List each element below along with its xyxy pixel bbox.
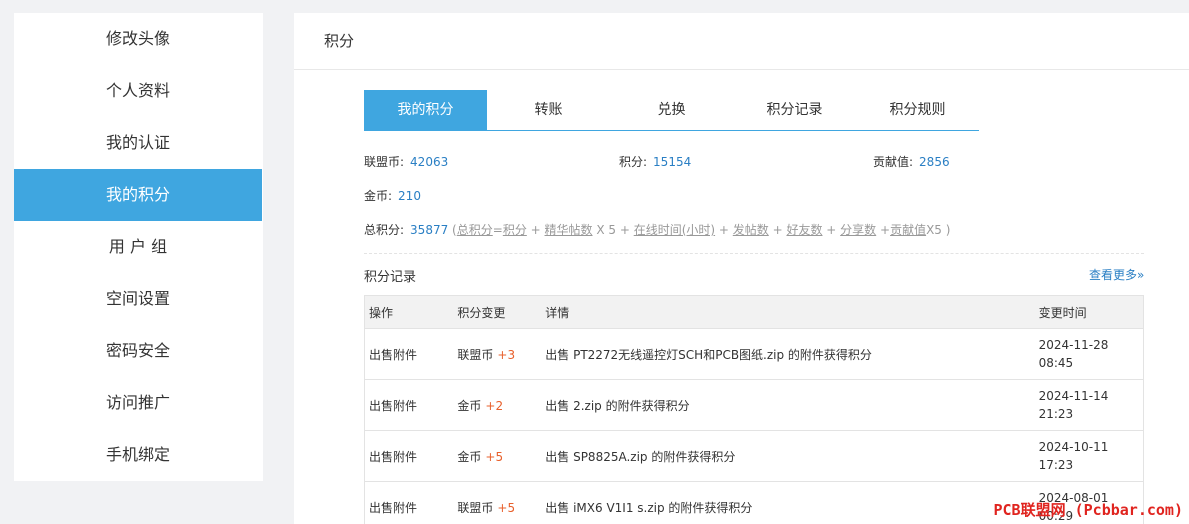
- formula-link-points[interactable]: 积分: [503, 223, 527, 237]
- divider: [364, 253, 1144, 254]
- sidebar-item-my-points[interactable]: 我的积分: [14, 169, 262, 221]
- cell-change: 联盟币 +5: [453, 481, 542, 524]
- formula-link-online-time[interactable]: 在线时间(小时): [634, 223, 715, 237]
- cell-clock: 21:23: [1038, 407, 1074, 421]
- formula-link-shares[interactable]: 分享数: [840, 223, 876, 237]
- stat-jifen-label: 积分:: [619, 155, 648, 169]
- table-row: 出售附件 金币 +5 出售 SP8825A.zip 的附件获得积分 2024-10…: [364, 430, 1144, 482]
- cell-currency: 金币: [457, 449, 482, 464]
- formula-text: +: [876, 223, 891, 237]
- tab-points-log[interactable]: 积分记录: [733, 90, 856, 130]
- cell-delta: +5: [485, 449, 504, 464]
- cell-detail: 出售 2.zip 的附件获得积分: [541, 379, 1035, 431]
- tab-transfer[interactable]: 转账: [487, 90, 610, 130]
- column-header-action: 操作: [364, 295, 454, 329]
- cell-delta: +5: [497, 500, 516, 515]
- sidebar: 修改头像 个人资料 我的认证 我的积分 用 户 组 空间设置 密码安全 访问推广…: [14, 13, 263, 481]
- cell-action: 出售附件: [364, 430, 454, 482]
- stat-jinbi-value: 210: [398, 189, 421, 203]
- cell-date: 2024-11-14: [1038, 389, 1109, 403]
- formula-link-digest-posts[interactable]: 精华帖数: [545, 223, 593, 237]
- stat-jinbi-label: 金币:: [364, 189, 393, 203]
- cell-action: 出售附件: [364, 328, 454, 380]
- sidebar-item-usergroup[interactable]: 用 户 组: [14, 221, 262, 273]
- table-row: 出售附件 金币 +2 出售 2.zip 的附件获得积分 2024-11-14 21:…: [364, 379, 1144, 431]
- sidebar-item-space-settings[interactable]: 空间设置: [14, 273, 262, 325]
- cell-detail: 出售 SP8825A.zip 的附件获得积分: [541, 430, 1035, 482]
- cell-date: 2024-10-11: [1038, 440, 1109, 454]
- records-title: 积分记录: [364, 270, 417, 285]
- formula-link-total[interactable]: 总积分: [457, 223, 493, 237]
- stat-lianmengbi-label: 联盟币:: [364, 155, 405, 169]
- sidebar-item-phone-binding[interactable]: 手机绑定: [14, 429, 262, 481]
- table-row: 出售附件 联盟币 +3 出售 PT2272无线遥控灯SCH和PCB图纸.zip 的…: [364, 328, 1144, 380]
- table-header-row: 操作 积分变更 详情 变更时间: [364, 295, 1144, 329]
- tab-exchange[interactable]: 兑换: [610, 90, 733, 130]
- cell-currency: 金币: [457, 398, 482, 413]
- stat-lianmengbi-value: 42063: [410, 155, 449, 169]
- stat-lianmengbi: 联盟币: 42063: [364, 153, 448, 170]
- total-points-formula: 总积分: 35877 (总积分=积分 + 精华帖数 X 5 + 在线时间(小时) …: [364, 221, 950, 238]
- sidebar-item-password-security[interactable]: 密码安全: [14, 325, 262, 377]
- total-points-value: 35877: [410, 223, 449, 237]
- sidebar-item-avatar[interactable]: 修改头像: [14, 13, 262, 65]
- cell-action: 出售附件: [364, 379, 454, 431]
- cell-time: 2024-11-28 08:45: [1034, 328, 1144, 380]
- formula-text: X 5 +: [592, 223, 634, 237]
- sidebar-item-profile[interactable]: 个人资料: [14, 65, 262, 117]
- cell-time: 2024-10-11 17:23: [1034, 430, 1144, 482]
- sidebar-item-promotion[interactable]: 访问推广: [14, 377, 262, 429]
- stat-gongxian-label: 贡献值:: [873, 155, 914, 169]
- view-more-link[interactable]: 查看更多»: [1089, 266, 1144, 283]
- formula-text: X5 ): [926, 223, 951, 237]
- formula-text: +: [526, 223, 545, 237]
- cell-detail: 出售 iMX6 V1I1 s.zip 的附件获得积分: [541, 481, 1035, 524]
- formula-link-posts[interactable]: 发帖数: [733, 223, 769, 237]
- sidebar-item-verification[interactable]: 我的认证: [14, 117, 262, 169]
- cell-currency: 联盟币: [457, 500, 494, 515]
- cell-date: 2024-11-28: [1038, 338, 1109, 352]
- column-header-detail: 详情: [541, 295, 1035, 329]
- formula-text: =: [492, 223, 503, 237]
- formula-text: (: [448, 223, 457, 237]
- tab-my-points[interactable]: 我的积分: [364, 90, 487, 130]
- site-watermark: PCB联盟网 (Pcbbar.com): [993, 501, 1184, 519]
- cell-action: 出售附件: [364, 481, 454, 524]
- tab-points-rules[interactable]: 积分规则: [856, 90, 979, 130]
- cell-clock: 08:45: [1038, 356, 1074, 370]
- column-header-change: 积分变更: [453, 295, 542, 329]
- cell-detail: 出售 PT2272无线遥控灯SCH和PCB图纸.zip 的附件获得积分: [541, 328, 1035, 380]
- tab-bar: 我的积分 转账 兑换 积分记录 积分规则: [364, 90, 979, 131]
- records-table: 操作 积分变更 详情 变更时间 出售附件 联盟币 +3 出售 PT2272无线遥控…: [364, 295, 1144, 524]
- total-points-label: 总积分:: [364, 223, 405, 237]
- cell-change: 金币 +5: [453, 430, 542, 482]
- formula-text: +: [715, 223, 733, 237]
- main-panel: 积分 我的积分 转账 兑换 积分记录 积分规则 联盟币: 42063 积分: 151…: [294, 13, 1189, 524]
- cell-currency: 联盟币: [457, 347, 494, 362]
- stat-gongxian: 贡献值: 2856: [873, 153, 950, 170]
- cell-delta: +2: [485, 398, 504, 413]
- cell-clock: 17:23: [1038, 458, 1074, 472]
- stat-gongxian-value: 2856: [919, 155, 950, 169]
- cell-time: 2024-11-14 21:23: [1034, 379, 1144, 431]
- cell-delta: +3: [497, 347, 516, 362]
- cell-change: 联盟币 +3: [453, 328, 542, 380]
- stat-jifen: 积分: 15154: [619, 153, 691, 170]
- column-header-time: 变更时间: [1034, 295, 1144, 329]
- formula-link-friends[interactable]: 好友数: [786, 223, 822, 237]
- page-title: 积分: [294, 13, 1189, 70]
- formula-link-contribution[interactable]: 贡献值: [890, 223, 926, 237]
- stat-jinbi: 金币: 210: [364, 187, 421, 204]
- stat-jifen-value: 15154: [653, 155, 692, 169]
- formula-text: +: [768, 223, 787, 237]
- cell-change: 金币 +2: [453, 379, 542, 431]
- formula-text: +: [822, 223, 841, 237]
